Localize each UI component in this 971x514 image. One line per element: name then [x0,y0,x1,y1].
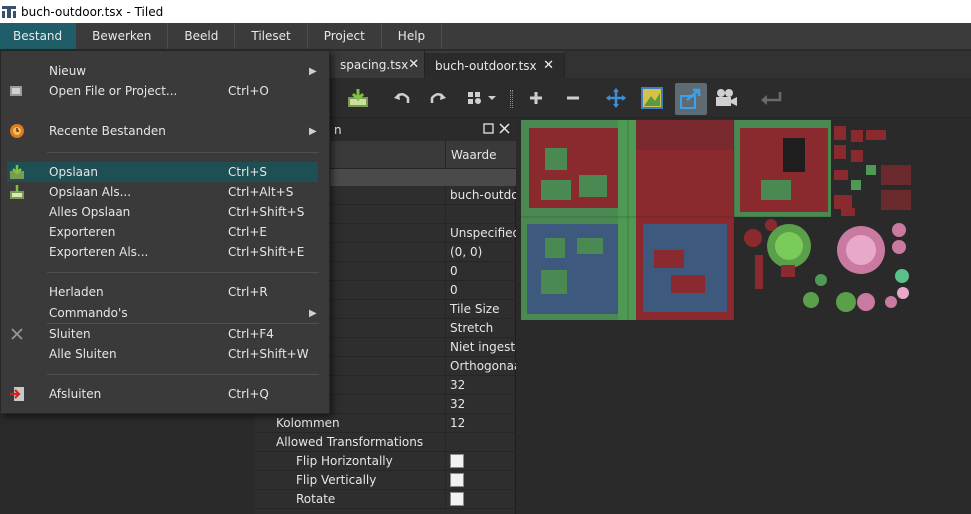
undo-icon[interactable] [390,86,414,110]
move-icon[interactable] [604,86,628,110]
tileset-image-icon[interactable] [640,86,664,110]
menu-item-alle-sluiten[interactable]: Alle Sluiten Ctrl+Shift+W [1,344,329,364]
file-menu: Nieuw ▶ Open File or Project... Ctrl+O R… [0,50,330,414]
menu-item-sluiten[interactable]: Sluiten Ctrl+F4 [1,324,329,344]
add-icon[interactable] [524,86,548,110]
tab-buch-outdoor[interactable]: buch-outdoor.tsx ✕ [425,51,565,78]
property-row[interactable]: Allowed Transformations [254,433,516,452]
close-icon[interactable]: ✕ [543,58,554,73]
tiled-app-icon [2,5,16,19]
menu-beeld[interactable]: Beeld [168,23,236,49]
submenu-arrow-icon: ▶ [309,65,317,77]
document-tab-bar: spacing.tsx ✕ buch-outdoor.tsx ✕ [330,51,971,78]
float-panel-icon[interactable] [483,123,495,135]
title-bar: buch-outdoor.tsx - Tiled [0,0,971,23]
property-row[interactable]: Rotate [254,490,516,509]
menu-item-alles-opslaan[interactable]: Alles Opslaan Ctrl+Shift+S [1,202,329,222]
recent-files-icon [9,123,25,139]
menu-bewerken[interactable]: Bewerken [76,23,169,49]
menu-item-recent[interactable]: Recente Bestanden ▶ [1,121,329,141]
tab-label: spacing.tsx [340,57,409,72]
property-row[interactable]: Flip Horizontally [254,452,516,471]
tileset-view[interactable] [521,120,971,320]
menu-separator [47,272,319,273]
menu-item-commandos[interactable]: Commando's ▶ [1,303,329,323]
menu-item-opslaan-als[interactable]: Opslaan Als... Ctrl+Alt+S [1,182,329,202]
menu-item-exporteren[interactable]: Exporteren Ctrl+E [1,222,329,242]
menu-help[interactable]: Help [382,23,443,49]
rotate-checkbox[interactable] [450,492,464,506]
menu-item-afsluiten[interactable]: Afsluiten Ctrl+Q [1,384,329,404]
menu-item-herladen[interactable]: Herladen Ctrl+R [1,282,329,302]
tile-properties-dropdown-icon[interactable] [464,86,500,110]
close-panel-icon[interactable] [499,123,511,135]
value-column-header: Waarde [445,141,516,169]
save-icon [9,164,25,180]
save-as-icon [9,184,25,200]
open-file-icon [9,83,25,99]
menu-item-exporteren-als[interactable]: Exporteren Als... Ctrl+Shift+E [1,242,329,262]
panel-title: n [334,123,342,137]
menu-bar: Bestand Bewerken Beeld Tileset Project H… [0,23,971,50]
menu-separator [47,374,319,375]
flip-vertically-checkbox[interactable] [450,473,464,487]
menu-item-nieuw[interactable]: Nieuw ▶ [1,61,329,81]
flip-horizontally-checkbox[interactable] [450,454,464,468]
save-icon[interactable] [346,86,370,110]
redo-icon[interactable] [426,86,450,110]
submenu-arrow-icon: ▶ [309,307,317,319]
close-icon [9,326,25,342]
menu-tileset[interactable]: Tileset [235,23,308,49]
property-row[interactable]: Kolommen 12 [254,414,516,433]
menu-separator [47,152,319,153]
menu-item-open[interactable]: Open File or Project... Ctrl+O [1,81,329,101]
tileset-toolbar [330,78,971,118]
menu-item-opslaan[interactable]: Opslaan Ctrl+S [7,162,318,182]
property-row[interactable]: Flip Vertically [254,471,516,490]
toolbar-separator [510,90,513,108]
camera-icon[interactable] [714,86,738,110]
submenu-arrow-icon: ▶ [309,125,317,137]
exit-icon [9,386,25,402]
menu-bestand[interactable]: Bestand [0,23,77,49]
remove-icon[interactable] [561,86,585,110]
menu-project[interactable]: Project [308,23,382,49]
close-icon[interactable]: ✕ [408,57,419,72]
dynamic-wrapping-icon[interactable] [675,83,707,115]
tab-label: buch-outdoor.tsx [435,58,537,73]
return-icon[interactable] [759,86,783,110]
tab-spacing[interactable]: spacing.tsx ✕ [330,51,425,78]
window-title: buch-outdoor.tsx - Tiled [21,4,164,19]
